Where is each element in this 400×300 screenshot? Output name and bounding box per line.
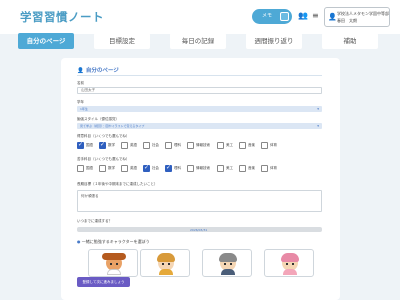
checkbox-box <box>187 142 194 149</box>
checkbox-label: 数学 <box>108 143 115 147</box>
checkbox-label: 社会 <box>152 166 159 170</box>
grade-value: 1年生 <box>80 107 88 111</box>
app-header: 学習習慣ノート メモ 👥 ≡ 👤 学校法人メタモン学園中等部 春田 太朗 <box>0 0 400 34</box>
checkbox-box <box>165 142 172 149</box>
checkbox-box <box>99 141 106 149</box>
checkbox-box <box>187 165 194 172</box>
checkbox-label: 音楽 <box>248 143 255 147</box>
avatar-body <box>107 269 121 275</box>
checkbox-box <box>261 165 268 172</box>
character-option-girl[interactable] <box>264 249 314 277</box>
user-name: 春田 太朗 <box>337 18 357 23</box>
checkbox-box <box>217 142 224 149</box>
tab-daily-record[interactable]: 毎日の記録 <box>170 33 226 49</box>
avatar-eyes <box>286 263 294 265</box>
checkbox-box <box>121 165 128 172</box>
checkbox-label: 英語 <box>130 166 137 170</box>
strong-subjects-group: 国語 数学 英語 社会 理科 情報技術 美工 音楽 体育 <box>77 141 322 149</box>
tab-support[interactable]: 補助 <box>322 33 378 49</box>
checkbox-label: 体育 <box>270 166 277 170</box>
deadline-value: 2026/03/31 <box>190 228 208 232</box>
avatar-eyes <box>110 263 118 265</box>
checkbox-box <box>121 142 128 149</box>
register-button[interactable]: 登録して次に進みましょう <box>77 277 130 287</box>
users-icon[interactable]: 👥 <box>298 11 308 20</box>
style-value: 見て学ぶ（視覚）：図やイラストで覚えるタイプ <box>80 124 145 128</box>
character-option-dog[interactable] <box>88 249 138 277</box>
section-divider <box>77 75 322 76</box>
checkbox-label: 体育 <box>270 143 277 147</box>
checkbox-label: 数学 <box>108 166 115 170</box>
checkbox-box <box>217 165 224 172</box>
character-option-boy[interactable] <box>140 249 190 277</box>
girl-avatar <box>280 252 300 275</box>
avatar-eyes <box>162 263 170 265</box>
character-label: ● 一緒に勉強するキャラクターを選ぼう <box>77 239 150 245</box>
user-school: 学校法人メタモン学園中等部 <box>337 11 389 16</box>
dog-avatar <box>102 252 126 275</box>
avatar-body <box>283 269 297 275</box>
boy-avatar <box>156 252 176 275</box>
person-icon: 👤 <box>77 68 84 74</box>
checkbox-label: 情報技術 <box>196 143 210 147</box>
name-label: 名前 <box>77 81 84 85</box>
teacher-avatar <box>218 252 238 275</box>
deadline-label: いつまでに達成する？ <box>77 219 112 223</box>
menu-icon[interactable]: ≡ <box>312 11 319 20</box>
checkbox-label: 国語 <box>86 166 93 170</box>
weak-subjects-label: 苦手科目（いくつでも選んでね） <box>77 157 130 161</box>
app-title: 学習習慣ノート <box>20 10 104 24</box>
tab-goal-setting[interactable]: 目標設定 <box>94 33 150 49</box>
checkbox-box <box>143 142 150 149</box>
checkbox-label: 社会 <box>152 143 159 147</box>
chevron-down-icon: ▾ <box>317 124 319 128</box>
checkbox-box <box>239 142 246 149</box>
checkbox-box <box>77 165 84 172</box>
style-label: 勉強スタイル（優位感覚） <box>77 117 119 121</box>
user-info[interactable]: 👤 学校法人メタモン学園中等部 春田 太朗 <box>324 7 390 27</box>
checkbox-box <box>165 164 172 172</box>
character-option-teacher[interactable] <box>202 249 252 277</box>
avatar-hair <box>157 253 175 262</box>
checkbox-label: 情報技術 <box>196 166 210 170</box>
strong-subjects-label: 得意科目（いくつでも選んでね） <box>77 134 130 138</box>
checkbox-box <box>239 165 246 172</box>
checkbox-box <box>143 164 150 172</box>
checkbox-label: 国語 <box>86 143 93 147</box>
memo-button[interactable]: メモ <box>252 9 292 24</box>
character-icon: ● <box>77 239 81 244</box>
grade-label: 学年 <box>77 100 84 104</box>
checkbox-label: 美工 <box>226 166 233 170</box>
avatar-eyes <box>224 263 232 265</box>
checkbox-box <box>261 142 268 149</box>
goal-label: 長期目標（１年後や中期末までに達成したいこと） <box>77 182 158 186</box>
section-title-text: 自分のページ <box>85 68 119 74</box>
avatar-hair <box>281 253 299 262</box>
name-field[interactable]: 山田太子 <box>77 87 322 94</box>
style-select[interactable]: 見て学ぶ（視覚）：図やイラストで覚えるタイプ ▾ <box>77 123 322 129</box>
checkbox-label: 英語 <box>130 143 137 147</box>
chevron-down-icon: ▾ <box>317 107 319 111</box>
section-title: 👤 自分のページ <box>77 66 119 74</box>
avatar-body <box>221 269 235 275</box>
tab-my-page[interactable]: 自分のページ <box>18 33 74 49</box>
avatar-body <box>159 269 173 275</box>
memo-label: メモ <box>262 13 273 19</box>
tab-weekly-review[interactable]: 週間振り返り <box>246 33 302 49</box>
checkbox-box <box>77 141 84 149</box>
grade-select[interactable]: 1年生 ▾ <box>77 106 322 112</box>
weak-subjects-group: 国語 数学 英語 社会 理科 情報技術 美工 音楽 体育 <box>77 164 322 172</box>
avatar-ears <box>102 253 126 260</box>
user-icon: 👤 <box>328 13 337 21</box>
character-label-text: 一緒に勉強するキャラクターを選ぼう <box>81 239 150 244</box>
checkbox-box <box>99 165 106 172</box>
checkbox-label: 音楽 <box>248 166 255 170</box>
memo-icon <box>280 12 289 21</box>
goal-textarea[interactable]: 何か頑張る <box>77 190 322 212</box>
tab-bar: 自分のページ 目標設定 毎日の記録 週間振り返り 補助 <box>18 33 382 49</box>
checkbox-label: 理科 <box>174 143 181 147</box>
avatar-hair <box>219 253 237 262</box>
checkbox-label: 理科 <box>174 166 181 170</box>
checkbox-label: 美工 <box>226 143 233 147</box>
